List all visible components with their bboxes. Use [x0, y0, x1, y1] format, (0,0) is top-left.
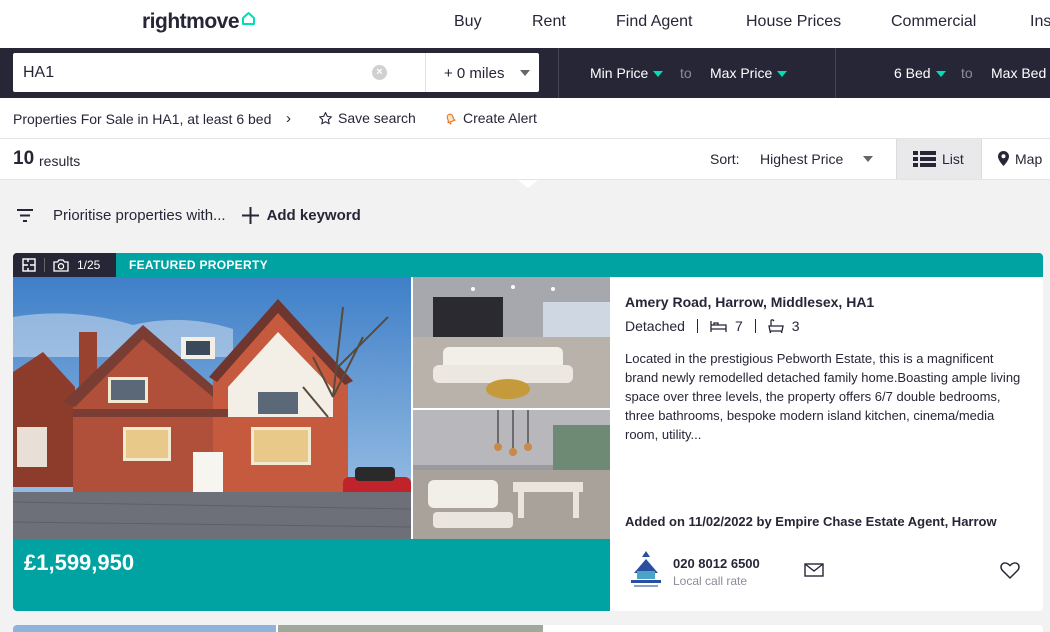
bed-icon — [710, 320, 727, 332]
mail-icon[interactable] — [804, 563, 824, 577]
max-beds-label: Max Bed — [991, 65, 1047, 81]
divider — [696, 319, 698, 333]
divider — [44, 258, 45, 272]
camera-icon[interactable] — [53, 258, 69, 272]
nav-buy[interactable]: Buy — [454, 13, 482, 31]
media-badges: 1/25 — [13, 253, 116, 277]
map-label: Map — [1015, 151, 1043, 167]
max-price-label: Max Price — [710, 65, 773, 81]
bath-icon — [767, 318, 784, 333]
max-beds-select[interactable]: Max Bed — [991, 65, 1046, 81]
sort-select[interactable]: Highest Price — [760, 151, 843, 167]
breadcrumb-bar: Properties For Sale in HA1, at least 6 b… — [0, 98, 1050, 139]
active-view-pointer — [518, 180, 538, 188]
added-date-agent: Added on 11/02/2022 by Empire Chase Esta… — [625, 514, 997, 529]
bell-icon — [446, 113, 456, 124]
results-label: results — [39, 153, 81, 169]
list-label: List — [942, 151, 964, 167]
search-filter-bar: HA1 × + 0 miles Min Price to Max Price 6… — [0, 48, 1050, 98]
photo-count: 1/25 — [77, 258, 101, 272]
nav-house-prices[interactable]: House Prices — [746, 13, 841, 31]
featured-bar: 1/25 FEATURED PROPERTY — [13, 253, 1043, 277]
create-alert-label: Create Alert — [463, 110, 537, 126]
property-description: Located in the prestigious Pebworth Esta… — [625, 351, 1021, 442]
property-type: Detached — [625, 318, 685, 334]
property-summary: Detached 7 3 — [625, 318, 800, 334]
chevron-down-icon — [653, 71, 664, 78]
beds-to-label: to — [961, 65, 973, 81]
divider — [558, 48, 559, 98]
property-photo-living-room[interactable] — [413, 277, 610, 408]
agent-phone[interactable]: 020 8012 6500 — [673, 556, 760, 571]
radius-select[interactable]: + 0 miles — [425, 53, 539, 92]
map-view-button[interactable]: Map — [983, 139, 1050, 179]
price-bar: £1,599,950 — [13, 539, 610, 611]
min-beds-select[interactable]: 6 Bed — [894, 65, 946, 81]
save-search-button[interactable]: Save search — [318, 110, 416, 126]
living-room-illustration — [413, 277, 610, 408]
prioritise-label: Prioritise properties with... — [53, 207, 226, 224]
list-view-button[interactable]: List — [896, 139, 982, 179]
heart-icon[interactable] — [1000, 562, 1020, 579]
call-rate-label: Local call rate — [673, 574, 748, 588]
property-main-photo[interactable] — [13, 277, 411, 539]
bedroom-count: 7 — [734, 318, 743, 334]
breadcrumb: Properties For Sale in HA1, at least 6 b… — [13, 111, 272, 127]
top-navigation: rightmove Buy Rent Find Agent House Pric… — [0, 0, 1050, 48]
next-card-photo — [278, 625, 543, 632]
divider — [835, 48, 836, 98]
min-price-select[interactable]: Min Price — [590, 65, 664, 81]
chevron-down-icon — [863, 156, 873, 162]
min-beds-label: 6 Bed — [894, 65, 931, 81]
house-illustration — [13, 277, 411, 539]
next-card-photo — [13, 625, 276, 632]
featured-label: FEATURED PROPERTY — [129, 258, 268, 272]
nav-inspiration[interactable]: Ins — [1030, 13, 1050, 31]
filter-icon — [17, 209, 33, 222]
property-photo-dining-room[interactable] — [413, 410, 610, 539]
agent-logo[interactable] — [628, 549, 664, 589]
chevron-down-icon — [935, 71, 946, 78]
map-pin-icon — [998, 151, 1009, 166]
next-property-card[interactable] — [13, 625, 1043, 632]
chevron-down-icon — [520, 70, 530, 76]
prioritise-row: Prioritise properties with... Add keywor… — [17, 207, 361, 224]
sort-label: Sort: — [710, 151, 740, 167]
price-to-label: to — [680, 65, 692, 81]
chevron-right-icon: › — [286, 110, 291, 127]
add-keyword-button[interactable]: Add keyword — [241, 207, 361, 224]
add-keyword-label: Add keyword — [266, 207, 361, 224]
nav-commercial[interactable]: Commercial — [891, 13, 976, 31]
bathroom-count: 3 — [791, 318, 800, 334]
nav-find-agent[interactable]: Find Agent — [616, 13, 693, 31]
radius-value: + 0 miles — [444, 65, 505, 82]
logo-text: rightmove — [142, 10, 240, 33]
property-card[interactable]: 1/25 FEATURED PROPERTY £1,599,950 Amery … — [13, 253, 1043, 611]
location-value: HA1 — [23, 64, 55, 81]
logo-house-icon — [242, 11, 256, 25]
list-icon — [913, 151, 936, 167]
save-search-label: Save search — [338, 110, 416, 126]
create-alert-button[interactable]: Create Alert — [443, 110, 537, 126]
property-price: £1,599,950 — [24, 550, 135, 575]
star-icon — [319, 111, 332, 124]
nav-rent[interactable]: Rent — [532, 13, 566, 31]
dining-room-illustration — [413, 410, 610, 539]
location-input[interactable]: HA1 × — [13, 53, 425, 92]
results-bar: 10 results Sort: Highest Price List Map — [0, 139, 1050, 180]
results-count: 10 — [13, 148, 35, 169]
divider — [754, 319, 756, 333]
plus-icon — [241, 207, 259, 224]
rightmove-logo[interactable]: rightmove — [142, 10, 256, 34]
chevron-down-icon — [777, 71, 788, 78]
min-price-label: Min Price — [590, 65, 649, 81]
property-address[interactable]: Amery Road, Harrow, Middlesex, HA1 — [625, 294, 874, 310]
floorplan-icon[interactable] — [22, 258, 36, 272]
max-price-select[interactable]: Max Price — [710, 65, 788, 81]
clear-icon[interactable]: × — [372, 65, 387, 80]
